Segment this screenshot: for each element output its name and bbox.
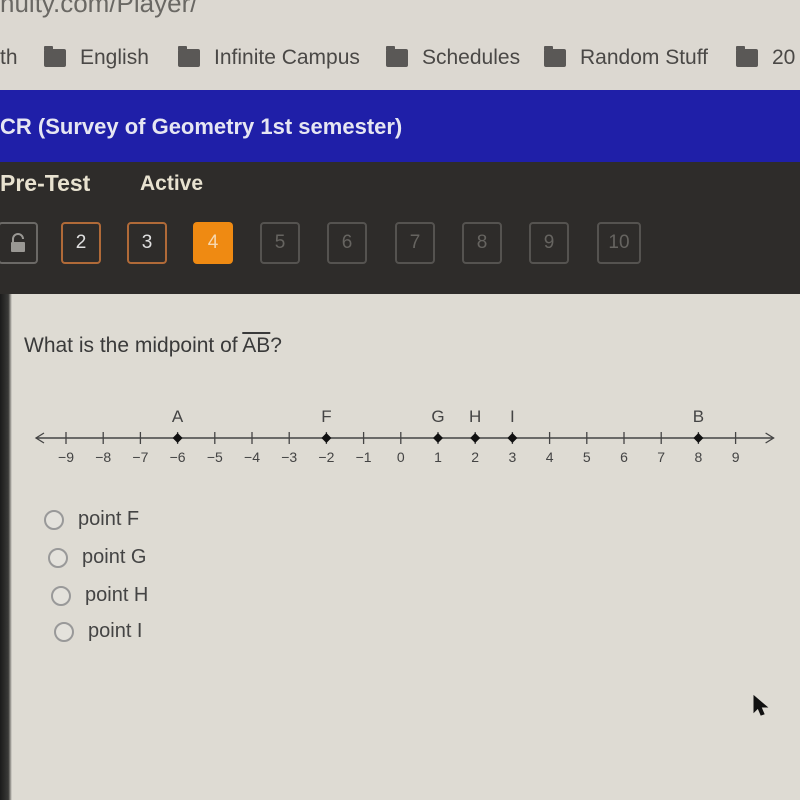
tick-label: −7: [132, 449, 148, 465]
point-label-g: G: [431, 407, 444, 426]
tick-label: −8: [95, 449, 111, 465]
folder-icon: [178, 46, 200, 67]
point-label-i: I: [510, 407, 515, 426]
point-marker-b: [693, 433, 704, 443]
activity-bar: Pre-Test Active 2 3 4 5 6 7 8 9 10: [0, 162, 800, 294]
tick-label: −2: [318, 449, 334, 465]
question-nav-8[interactable]: 8: [462, 222, 502, 264]
question-nav-1[interactable]: [0, 222, 38, 264]
question-nav-5[interactable]: 5: [260, 222, 300, 264]
number-line: −9 −8 −7 −6 −5 −4 −3 −2 −1 0 1 2 3 4 5 6 7 8 9 A F G H I B: [34, 407, 775, 465]
tick-label: 6: [620, 449, 628, 465]
choice-point-h[interactable]: point H: [51, 584, 148, 607]
question-nav-9[interactable]: 9: [529, 222, 569, 264]
folder-icon: [44, 46, 66, 67]
url-text: nuity.com/Player/: [0, 0, 198, 18]
question-nav-4[interactable]: 4: [193, 222, 233, 264]
point-label-a: A: [172, 407, 184, 426]
choice-point-g[interactable]: point G: [48, 546, 146, 569]
bookmark-20[interactable]: 20: [736, 46, 795, 70]
choice-point-f[interactable]: point F: [44, 508, 139, 531]
address-bar[interactable]: nuity.com/Player/: [0, 0, 800, 34]
bookmark-schedules[interactable]: Schedules: [386, 46, 520, 70]
bookmark-label: th: [0, 46, 18, 69]
point-label-b: B: [693, 407, 704, 426]
course-header: CR (Survey of Geometry 1st semester): [0, 90, 800, 162]
tick-label: 9: [732, 449, 740, 465]
screen-bezel-shadow: [0, 294, 12, 800]
course-title: CR (Survey of Geometry 1st semester): [0, 114, 403, 139]
activity-status: Active: [140, 172, 204, 195]
question-nav-10[interactable]: 10: [597, 222, 641, 264]
tick-label: 2: [471, 449, 479, 465]
question-nav-2[interactable]: 2: [61, 222, 101, 264]
point-label-f: F: [321, 407, 331, 426]
radio-button[interactable]: [44, 509, 64, 530]
tick-label: 1: [434, 449, 442, 465]
tick-label: −5: [207, 449, 223, 465]
tick-label: 4: [546, 449, 554, 465]
tick-label: 3: [509, 449, 517, 465]
radio-button[interactable]: [51, 585, 71, 606]
point-marker-a: [172, 433, 183, 443]
bookmark-label: Random Stuff: [580, 46, 709, 69]
radio-button[interactable]: [54, 621, 74, 642]
question-panel: What is the midpoint of AB? −9 −8 −7 −6 −5 −4…: [0, 294, 800, 800]
point-label-h: H: [469, 407, 481, 426]
tick-label: −6: [170, 449, 186, 465]
tick-label: −3: [281, 449, 297, 465]
bookmark-english[interactable]: English: [44, 46, 149, 70]
question-text: What is the midpoint of AB?: [24, 334, 282, 357]
question-nav-6[interactable]: 6: [327, 222, 367, 264]
tick-label: −9: [58, 449, 74, 465]
bookmark-item[interactable]: th: [0, 46, 18, 70]
tick-label: 7: [657, 449, 665, 465]
point-marker-i: [507, 433, 518, 443]
tick-label: −4: [244, 449, 260, 465]
tick-label: −1: [356, 449, 372, 465]
bookmark-infinite-campus[interactable]: Infinite Campus: [178, 46, 360, 70]
question-nav-3[interactable]: 3: [127, 222, 167, 264]
bookmark-label: 20: [772, 46, 796, 69]
lock-icon: [11, 233, 25, 252]
choice-point-i[interactable]: point I: [54, 620, 142, 643]
point-marker-h: [470, 433, 481, 443]
folder-icon: [736, 46, 758, 67]
question-nav-7[interactable]: 7: [395, 222, 435, 264]
bookmark-label: Schedules: [422, 46, 521, 69]
segment-ab: AB: [242, 334, 271, 357]
folder-icon: [544, 46, 566, 67]
activity-label: Pre-Test: [0, 170, 91, 196]
bookmark-label: Infinite Campus: [214, 46, 360, 69]
bookmarks-bar: th English Infinite Campus Schedules Ran…: [0, 34, 800, 90]
bookmark-label: English: [80, 46, 149, 69]
mouse-cursor-icon: [753, 694, 769, 716]
point-marker-f: [321, 433, 332, 443]
tick-label: 5: [583, 449, 591, 465]
tick-label: 0: [397, 449, 405, 465]
point-marker-g: [433, 433, 443, 443]
folder-icon: [386, 46, 408, 67]
radio-button[interactable]: [48, 547, 68, 568]
bookmark-random-stuff[interactable]: Random Stuff: [544, 46, 708, 70]
tick-label: 8: [695, 449, 703, 465]
